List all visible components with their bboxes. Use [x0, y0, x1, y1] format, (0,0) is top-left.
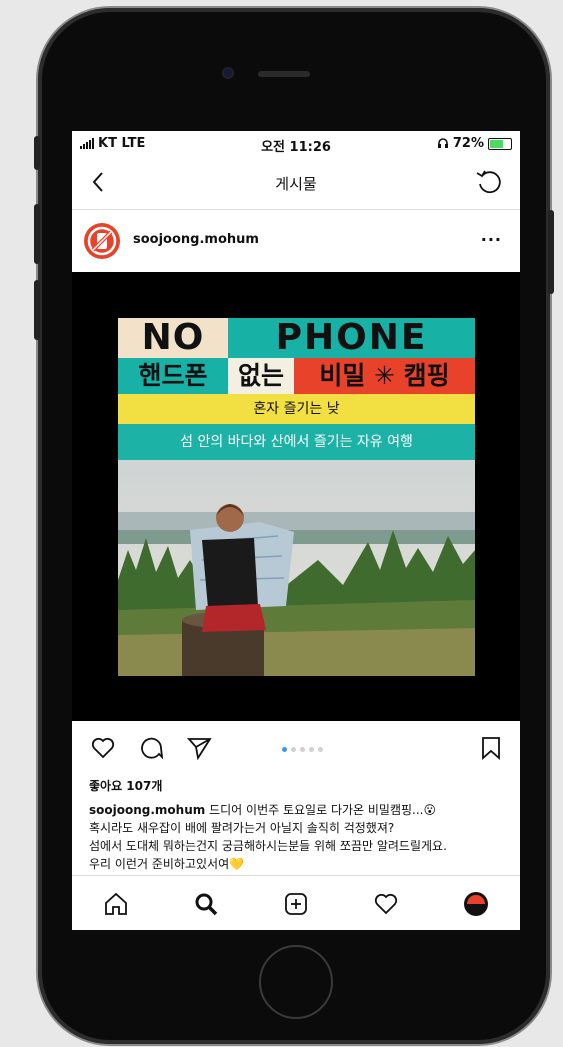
poster-kr-b: 없는	[228, 358, 294, 394]
poster-kr-a: 핸드폰	[118, 358, 228, 394]
power-button	[548, 210, 554, 294]
post-username[interactable]: soojoong.mohum	[133, 232, 259, 247]
poster-kr-c: 비밀 ✳ 캠핑	[294, 358, 475, 394]
post-actions	[72, 721, 520, 771]
carousel-dot	[309, 747, 314, 752]
volume-down-button	[34, 280, 40, 340]
caption-line-1: 드디어 이번주 토요일로 다가온 비밀캠핑...😮	[209, 803, 436, 817]
more-options-icon[interactable]: ···	[481, 230, 502, 249]
home-icon[interactable]	[102, 890, 130, 918]
profile-avatar[interactable]	[462, 890, 490, 918]
caption-line-2: 혹시라도 새우잡이 배에 팔려가는거 아닐지 솔직히 걱정했져?	[89, 821, 395, 835]
status-bar: KT LTE 오전 11:26 72%	[72, 131, 520, 157]
screen: KT LTE 오전 11:26 72% 게시물 soojoong.mohum ·…	[72, 131, 520, 930]
carousel-dot	[291, 747, 296, 752]
carousel-dot	[318, 747, 323, 752]
poster-no: NO	[118, 318, 228, 358]
tab-bar	[72, 875, 520, 930]
comment-icon[interactable]	[138, 735, 164, 761]
caption-username[interactable]: soojoong.mohum	[89, 803, 205, 817]
no-phone-logo-icon	[87, 226, 117, 256]
front-camera	[222, 67, 234, 79]
carousel-dot	[282, 747, 287, 752]
navigation-bar: 게시물	[72, 157, 520, 210]
post-caption: soojoong.mohum 드디어 이번주 토요일로 다가온 비밀캠핑...😮…	[89, 801, 509, 873]
caption-line-4: 우리 이런거 준비하고있서여💛	[89, 857, 245, 871]
headphones-icon	[437, 138, 448, 148]
carousel-dot	[300, 747, 305, 752]
add-post-icon[interactable]	[282, 890, 310, 918]
post-header: soojoong.mohum ···	[72, 210, 520, 272]
likes-count[interactable]: 좋아요 107개	[89, 777, 162, 794]
mute-switch	[34, 136, 40, 170]
refresh-icon[interactable]	[474, 167, 504, 197]
search-icon[interactable]	[192, 890, 220, 918]
battery-percent: 72%	[452, 136, 484, 151]
caption-line-3: 섬에서 도대체 뭐하는건지 궁금해하시는분들 위해 쪼끔만 알려드릴게요.	[89, 839, 447, 853]
poster: NO PHONE 핸드폰 없는 비밀 ✳ 캠핑 혼자 즐기는 낮 섬 안의 바다…	[118, 318, 475, 676]
bookmark-icon[interactable]	[478, 735, 504, 761]
share-icon[interactable]	[186, 735, 212, 761]
avatar[interactable]	[84, 223, 120, 259]
heart-icon[interactable]	[90, 735, 116, 761]
poster-teal-line: 섬 안의 바다와 산에서 즐기는 자유 여행	[118, 424, 475, 460]
post-image[interactable]: NO PHONE 핸드폰 없는 비밀 ✳ 캠핑 혼자 즐기는 낮 섬 안의 바다…	[72, 272, 520, 721]
poster-phone: PHONE	[228, 318, 475, 358]
camper-photo	[118, 460, 475, 676]
carousel-indicator	[282, 747, 323, 752]
page-title: 게시물	[275, 175, 317, 193]
volume-up-button	[34, 204, 40, 264]
poster-yellow-line: 혼자 즐기는 낮	[118, 394, 475, 424]
activity-heart-icon[interactable]	[372, 890, 400, 918]
home-button[interactable]	[259, 945, 333, 1019]
battery-icon	[488, 137, 512, 150]
earpiece-speaker	[258, 71, 310, 77]
